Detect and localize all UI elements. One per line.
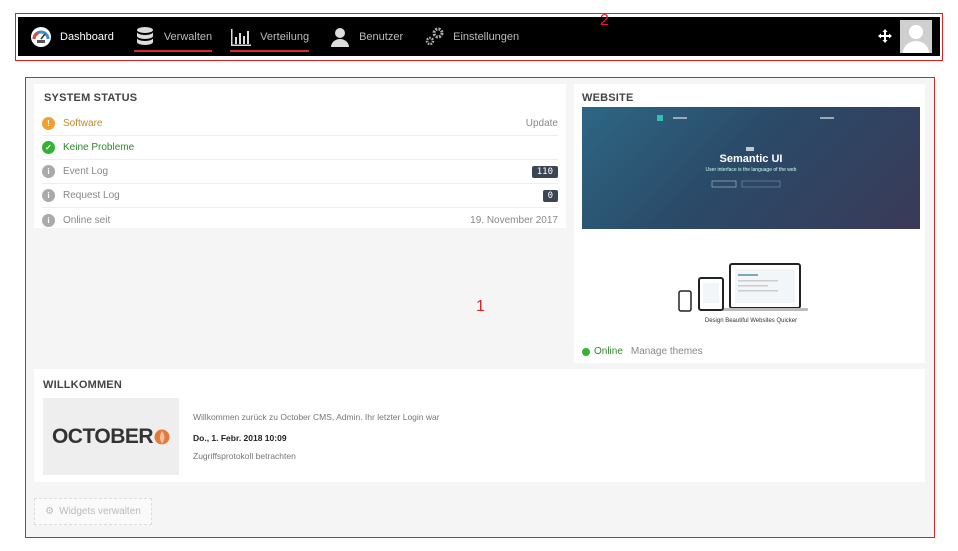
website-status-row: Online Manage themes	[582, 346, 703, 357]
user-icon	[329, 26, 351, 48]
status-row-event-log[interactable]: i Event Log 110	[42, 160, 558, 184]
annotation-label-2: 2	[600, 12, 609, 29]
system-status-title: SYSTEM STATUS	[44, 92, 138, 104]
nav-item-benutzer[interactable]: Benutzer	[329, 17, 403, 56]
website-widget: WEBSITE Semantic UI User interface is th…	[574, 84, 925, 363]
annotation-label-1: 1	[476, 298, 485, 315]
bar-chart-icon	[230, 26, 252, 48]
hero-subtitle: User interface is the language of the we…	[705, 167, 797, 173]
online-since-date: 19. November 2017	[470, 214, 558, 226]
logo-text: OCTOBER	[51, 424, 154, 448]
top-navigation-bar: Dashboard Verwalten Verteilung Benutzer	[18, 17, 940, 56]
move-icon[interactable]	[875, 26, 895, 46]
nav-label-benutzer: Benutzer	[359, 30, 404, 43]
theme-preview-devices[interactable]: Design Beautiful Websites Quicker	[582, 234, 920, 340]
gears-icon: ⚙	[45, 506, 55, 517]
nav-item-einstellungen[interactable]: Einstellungen	[423, 17, 519, 56]
leaf-icon	[154, 429, 170, 444]
status-row-online-since: i Online seit 19. November 2017	[42, 208, 558, 232]
hero-title: Semantic UI	[719, 153, 783, 165]
dashboard-main: SYSTEM STATUS ! Software Update ✓ Keine …	[25, 77, 935, 538]
nav-item-dashboard[interactable]: Dashboard	[30, 17, 114, 56]
october-cms-logo: OCTOBER	[43, 398, 179, 475]
nav-label-dashboard: Dashboard	[60, 30, 114, 43]
website-title: WEBSITE	[582, 92, 634, 104]
status-row-software[interactable]: ! Software Update	[42, 112, 558, 136]
welcome-message: Willkommen zurück zu October CMS, Admin.…	[193, 412, 440, 422]
last-login-date: Do., 1. Febr. 2018 10:09	[193, 433, 287, 443]
nav-label-verwalten: Verwalten	[163, 30, 213, 43]
system-status-widget: SYSTEM STATUS ! Software Update ✓ Keine …	[34, 84, 566, 228]
nav-label-verteilung: Verteilung	[260, 30, 310, 43]
manage-widgets-button[interactable]: ⚙ Widgets verwalten	[34, 498, 152, 525]
status-label: Software	[63, 118, 103, 129]
event-log-count-badge: 110	[531, 165, 558, 178]
nav-label-einstellungen: Einstellungen	[453, 30, 520, 43]
status-label: Event Log	[63, 166, 109, 177]
welcome-title: WILLKOMMEN	[43, 379, 122, 391]
dashboard-icon	[30, 26, 52, 48]
welcome-widget: WILLKOMMEN OCTOBER Willkommen zurück zu …	[34, 369, 925, 482]
theme-preview-hero[interactable]: Semantic UI User interface is the langua…	[582, 107, 920, 229]
info-icon: i	[42, 165, 55, 178]
online-status-label: Online	[594, 346, 623, 357]
request-log-count-badge: 0	[542, 189, 558, 202]
nav-item-verteilung[interactable]: Verteilung	[230, 17, 310, 56]
nav-underline	[133, 50, 213, 52]
nav-underline	[230, 50, 310, 52]
info-icon: i	[42, 213, 55, 227]
promo-caption: Design Beautiful Websites Quicker	[704, 318, 798, 324]
gears-icon	[423, 26, 445, 48]
top-navigation-frame: Dashboard Verwalten Verteilung Benutzer	[15, 13, 943, 61]
avatar[interactable]	[900, 20, 932, 53]
warning-icon: !	[42, 117, 55, 130]
manage-widgets-label: Widgets verwalten	[59, 506, 141, 517]
update-link[interactable]: Update	[526, 118, 558, 129]
manage-themes-link[interactable]: Manage themes	[631, 346, 703, 357]
status-label: Online seit	[63, 214, 111, 226]
info-icon: i	[42, 189, 55, 202]
status-label: Request Log	[63, 190, 120, 201]
status-row-no-problems: ✓ Keine Probleme	[42, 136, 558, 160]
nav-item-verwalten[interactable]: Verwalten	[133, 17, 213, 56]
status-label: Keine Probleme	[63, 142, 135, 153]
check-icon: ✓	[42, 141, 55, 154]
database-icon	[134, 26, 156, 48]
online-status-icon	[582, 347, 590, 356]
access-log-link[interactable]: Zugriffsprotokoll betrachten	[193, 451, 296, 461]
status-row-request-log[interactable]: i Request Log 0	[42, 184, 558, 208]
